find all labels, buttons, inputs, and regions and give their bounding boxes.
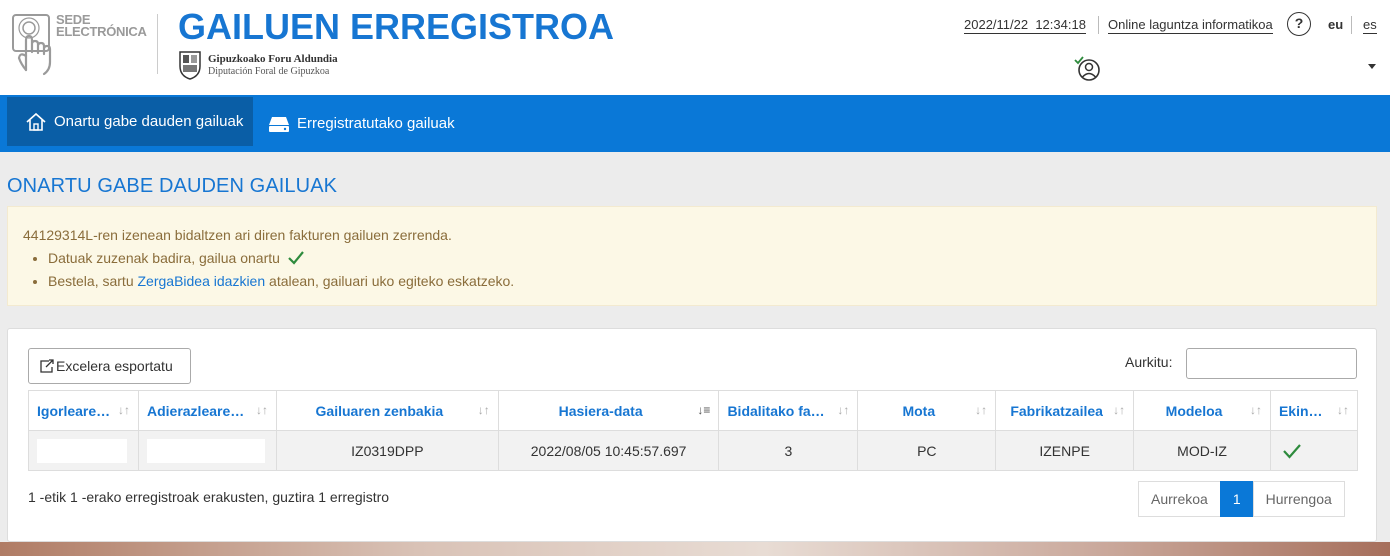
sort-icon: ↓↑ (117, 403, 130, 417)
export-excel-button[interactable]: Excelera esportatu (28, 348, 191, 384)
sort-icon: ↓↑ (477, 403, 490, 417)
col-fabrikatzailea[interactable]: Fabrikatzailea ↓↑ (995, 390, 1135, 431)
info-description: 44129314L-ren izenean bidaltzen ari dire… (23, 227, 452, 243)
nav-label: Onartu gabe dauden gailuak (54, 113, 244, 130)
info-bullet-text: Datuak zuzenak badira, gailua onartu (48, 250, 280, 266)
main-nav: Onartu gabe dauden gailuak Erregistratut… (0, 95, 1390, 152)
pager-page-1[interactable]: 1 (1219, 481, 1254, 517)
info-bullet-2: Bestela, sartu ZergaBidea idazkien atale… (48, 272, 514, 295)
sede-electronica-text: SEDE ELECTRÓNICA (56, 13, 147, 39)
header-separator (1098, 16, 1099, 34)
sort-icon: ↓↑ (1337, 403, 1349, 417)
devices-table: Igorleare… ↓↑ Adierazleare… ↓↑ Gailuaren z… (28, 390, 1359, 471)
sort-icon: ↓↑ (255, 403, 268, 417)
lang-es-link[interactable]: es (1363, 17, 1377, 34)
user-check-icon[interactable] (1074, 56, 1102, 82)
caret-down-icon[interactable] (1368, 64, 1376, 69)
nav-item-registered-devices[interactable]: Erregistratutako gailuak (266, 95, 455, 152)
accept-check-icon[interactable] (1283, 443, 1301, 459)
col-label: Adierazleare… (146, 402, 245, 419)
redacted-value (146, 438, 265, 463)
sort-icon: ↓↑ (837, 403, 850, 417)
cell-fabrikatzailea: IZENPE (995, 430, 1135, 471)
col-modeloa[interactable]: Modeloa ↓↑ (1133, 390, 1271, 431)
shield-icon (179, 51, 201, 80)
check-icon (288, 251, 304, 265)
col-bidalitako[interactable]: Bidalitako fa… ↓↑ (718, 390, 859, 431)
sort-icon: ↓↑ (975, 403, 988, 417)
col-gailuaren-zenbakia[interactable]: Gailuaren zenbakia ↓↑ (275, 390, 499, 431)
header-divider (157, 14, 158, 74)
header: SEDE ELECTRÓNICA GAILUEN ERREGISTROA Gip… (0, 0, 1390, 95)
col-adierazlea[interactable]: Adierazleare… ↓↑ (137, 390, 277, 431)
col-label: Mota (902, 402, 936, 419)
background-image (0, 542, 1390, 556)
org-name-es: Diputación Foral de Gipuzkoa (208, 66, 330, 77)
sort-icon: ↓↑ (1113, 403, 1126, 417)
cell-igorlea (28, 430, 139, 471)
pager-prev-button[interactable]: Aurrekoa (1138, 481, 1221, 517)
col-label: Bidalitako fa… (727, 402, 825, 419)
col-label: Modeloa (1165, 402, 1223, 419)
lang-separator (1351, 16, 1352, 34)
cell-hasiera-data: 2022/08/05 10:45:57.697 (497, 430, 720, 471)
table-row: IZ0319DPP 2022/08/05 10:45:57.697 3 PC I… (28, 430, 1359, 471)
col-label: Gailuaren zenbakia (315, 402, 444, 419)
home-icon (26, 112, 46, 131)
table-header-row: Igorleare… ↓↑ Adierazleare… ↓↑ Gailuaren z… (28, 390, 1359, 431)
col-hasiera-data[interactable]: Hasiera-data ↓≡ (497, 390, 720, 431)
lang-eu-link[interactable]: eu (1328, 17, 1343, 32)
cell-zenbakia: IZ0319DPP (275, 430, 499, 471)
export-label: Excelera esportatu (56, 358, 173, 374)
cell-bidalitako: 3 (718, 430, 859, 471)
help-icon[interactable]: ? (1287, 12, 1311, 36)
zergabidea-link[interactable]: ZergaBidea idazkien (138, 273, 266, 289)
info-bullet-1: Datuak zuzenak badira, gailua onartu (48, 249, 514, 272)
cell-mota: PC (857, 430, 997, 471)
info-bullet-text: atalean, gailuari uko egiteko eskatzeko. (265, 273, 515, 289)
datetime-link[interactable]: 2022/11/22 12:34:18 (964, 17, 1086, 34)
search-input[interactable] (1186, 348, 1357, 379)
search-label: Aurkitu: (1125, 354, 1173, 370)
table-info: 1 -etik 1 -erako erregistroak erakusten,… (28, 489, 390, 505)
info-alert: 44129314L-ren izenean bidaltzen ari dire… (7, 206, 1377, 306)
nav-label: Erregistratutako gailuak (297, 115, 455, 132)
page-title: ONARTU GABE DAUDEN GAILUAK (7, 175, 338, 197)
info-bullet-text: Bestela, sartu (48, 273, 138, 289)
online-help-link[interactable]: Online laguntza informatikoa (1108, 17, 1273, 34)
sede-line2: ELECTRÓNICA (56, 24, 147, 39)
cell-adierazlea (137, 430, 277, 471)
export-icon (40, 359, 54, 373)
pager-next-button[interactable]: Hurrengoa (1252, 481, 1345, 517)
drive-icon (269, 116, 289, 132)
nav-item-pending-devices[interactable]: Onartu gabe dauden gailuak (7, 97, 253, 146)
col-igorlea[interactable]: Igorleare… ↓↑ (28, 390, 139, 431)
col-ekintza[interactable]: Ekin… ↓↑ (1269, 390, 1359, 431)
org-name-eu: Gipuzkoako Foru Aldundia (208, 53, 338, 65)
cell-modeloa: MOD-IZ (1133, 430, 1271, 471)
cell-ekintza (1269, 430, 1359, 471)
pagination: Aurrekoa 1 Hurrengoa (1138, 481, 1345, 517)
col-label: Hasiera-data (558, 402, 643, 419)
app-title: GAILUEN ERREGISTROA (178, 6, 615, 47)
sort-icon: ↓↑ (1249, 403, 1262, 417)
col-mota[interactable]: Mota ↓↑ (857, 390, 997, 431)
sort-desc-icon: ↓≡ (697, 403, 711, 417)
col-label: Fabrikatzailea (1010, 402, 1103, 419)
col-label: Igorleare… (37, 402, 111, 419)
redacted-value (37, 438, 127, 463)
info-list: Datuak zuzenak badira, gailua onartu Bes… (48, 249, 514, 295)
sede-electronica-logo[interactable]: SEDE ELECTRÓNICA (12, 12, 152, 76)
devices-panel: Excelera esportatu Aurkitu: Igorleare… ↓↑… (7, 328, 1377, 542)
col-label: Ekin… (1278, 402, 1323, 419)
